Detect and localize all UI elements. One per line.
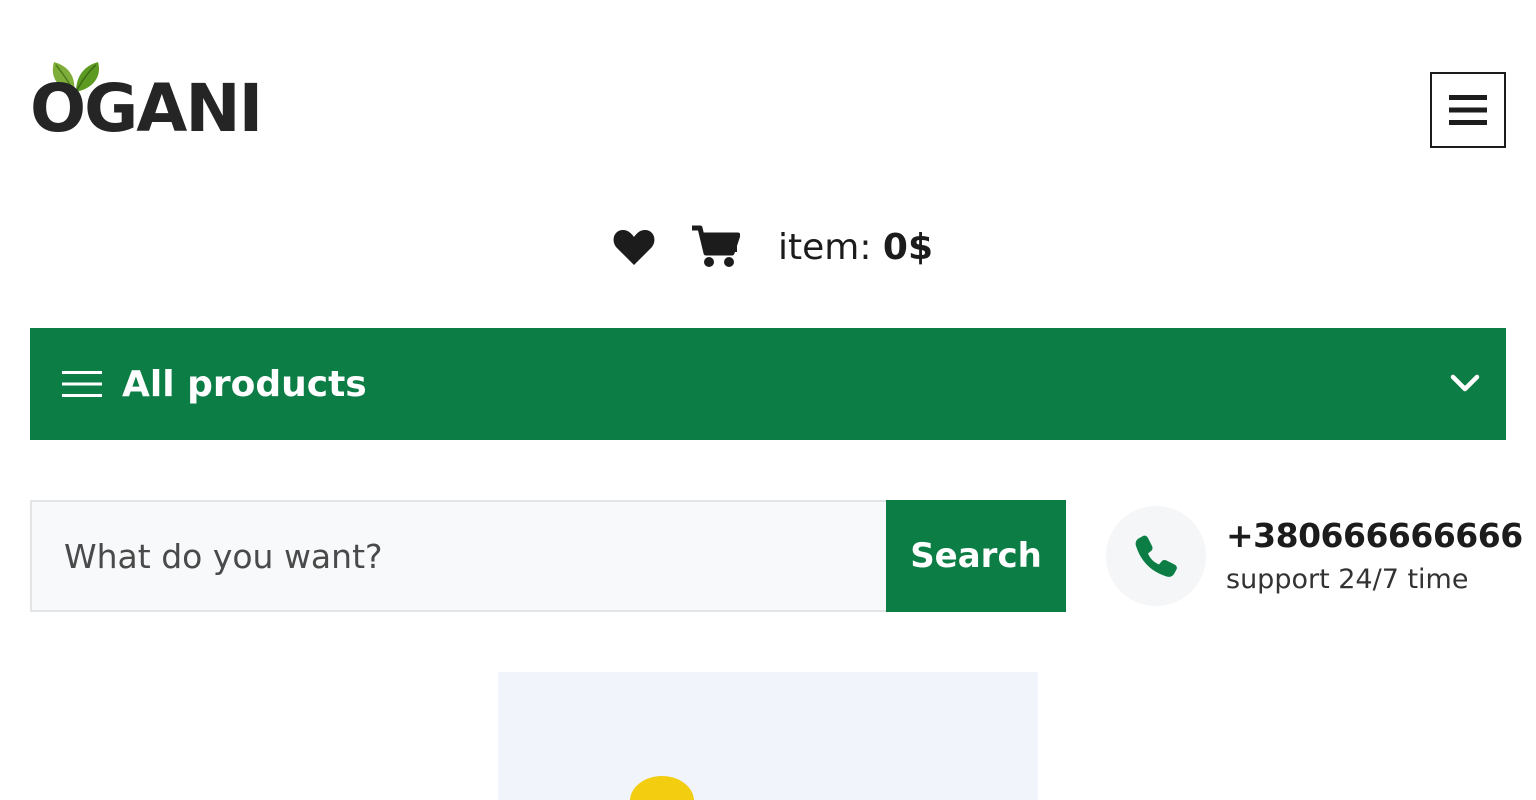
page: OGANI item: 0$ All products What do you … bbox=[0, 0, 1536, 800]
support-contact: +380666666666 support 24/7 time bbox=[1106, 506, 1523, 606]
hero-image bbox=[498, 672, 1038, 800]
hamburger-menu-icon bbox=[1449, 95, 1487, 125]
chevron-down-icon bbox=[1450, 374, 1480, 392]
all-products-dropdown[interactable]: All products bbox=[30, 328, 1506, 440]
phone-number[interactable]: +380666666666 bbox=[1226, 516, 1523, 555]
hamburger-menu-button[interactable] bbox=[1430, 72, 1506, 148]
cart-total-label: item: bbox=[778, 226, 872, 268]
bars-icon bbox=[62, 371, 102, 397]
header-cart-area: item: 0$ bbox=[612, 222, 933, 272]
logo-text: OGANI bbox=[30, 70, 263, 147]
cart-total: item: 0$ bbox=[778, 227, 933, 268]
cart-total-value: 0$ bbox=[882, 226, 934, 268]
search-button[interactable]: Search bbox=[886, 500, 1066, 612]
search-input[interactable] bbox=[30, 500, 886, 612]
shopping-cart-icon[interactable] bbox=[692, 225, 740, 269]
all-products-label: All products bbox=[122, 363, 367, 405]
heart-icon[interactable] bbox=[612, 227, 656, 267]
search-form: Search bbox=[30, 500, 1066, 612]
phone-icon-circle bbox=[1106, 506, 1206, 606]
support-text: support 24/7 time bbox=[1226, 564, 1469, 595]
phone-icon bbox=[1135, 535, 1177, 577]
lemon-image bbox=[630, 776, 694, 800]
site-logo[interactable]: OGANI bbox=[30, 58, 270, 150]
